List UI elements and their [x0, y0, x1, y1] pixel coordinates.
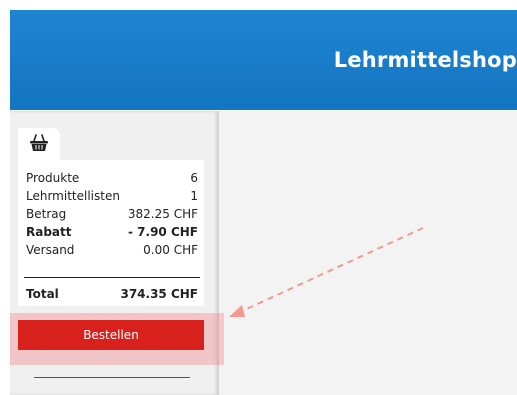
pointer-arrow-icon — [229, 227, 424, 317]
